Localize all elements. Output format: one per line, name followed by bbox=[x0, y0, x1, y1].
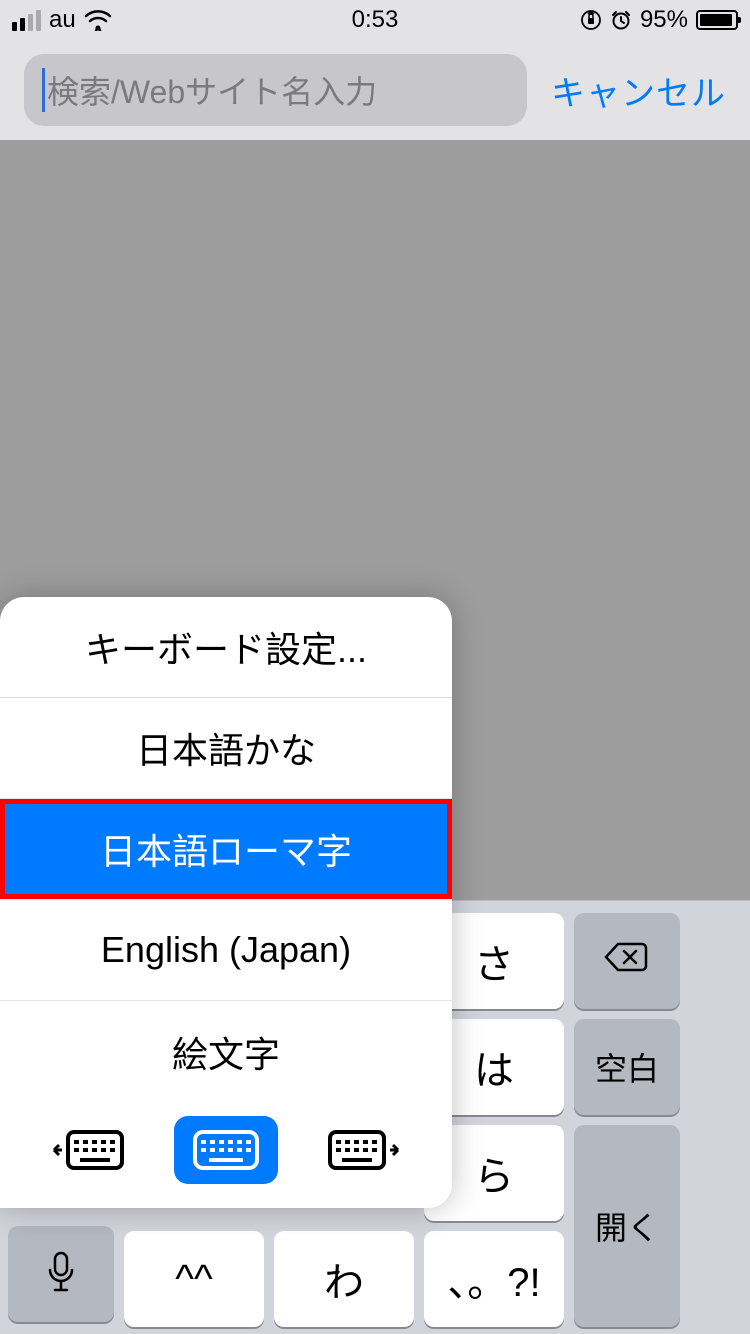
rotation-lock-icon bbox=[580, 9, 602, 31]
keyboard-option-english[interactable]: English (Japan) bbox=[0, 900, 452, 1001]
cancel-button[interactable]: キャンセル bbox=[551, 66, 726, 115]
search-input[interactable]: 検索/Webサイト名入力 bbox=[24, 54, 527, 126]
backspace-key[interactable] bbox=[574, 913, 680, 1009]
space-key[interactable]: 空白 bbox=[574, 1019, 680, 1115]
signal-strength-icon bbox=[12, 10, 41, 31]
keyboard-option-romaji[interactable]: 日本語ローマ字 bbox=[0, 799, 452, 900]
keyboard-switch-popup: キーボード設定... 日本語かな 日本語ローマ字 English (Japan)… bbox=[0, 597, 452, 1208]
clock-time: 0:53 bbox=[352, 6, 399, 34]
keyboard-settings-item[interactable]: キーボード設定... bbox=[0, 597, 452, 698]
carrier-label: au bbox=[49, 6, 76, 34]
open-key[interactable]: 開く bbox=[574, 1125, 680, 1327]
mic-key[interactable] bbox=[8, 1226, 114, 1322]
status-right: 95% bbox=[580, 6, 738, 34]
keyboard-option-emoji[interactable]: 絵文字 bbox=[0, 1001, 452, 1102]
layout-left-button[interactable] bbox=[37, 1116, 141, 1184]
text-cursor bbox=[42, 68, 45, 112]
alarm-icon bbox=[610, 9, 632, 31]
wifi-icon bbox=[84, 9, 112, 31]
battery-icon bbox=[696, 10, 738, 30]
punct-key[interactable]: 、。?! bbox=[424, 1231, 564, 1327]
search-placeholder: 検索/Webサイト名入力 bbox=[47, 67, 377, 113]
face-key[interactable]: ^^ bbox=[124, 1231, 264, 1327]
battery-percent: 95% bbox=[640, 6, 688, 34]
key-wa[interactable]: わ bbox=[274, 1231, 414, 1327]
layout-center-button[interactable] bbox=[174, 1116, 278, 1184]
keyboard-option-kana[interactable]: 日本語かな bbox=[0, 698, 452, 799]
search-row: 検索/Webサイト名入力 キャンセル bbox=[0, 40, 750, 140]
keyboard-layout-footer bbox=[0, 1102, 452, 1208]
backspace-icon bbox=[604, 939, 650, 984]
status-bar: au 0:53 95% bbox=[0, 0, 750, 40]
status-left: au bbox=[12, 6, 112, 34]
layout-right-button[interactable] bbox=[311, 1116, 415, 1184]
mic-icon bbox=[46, 1250, 76, 1299]
